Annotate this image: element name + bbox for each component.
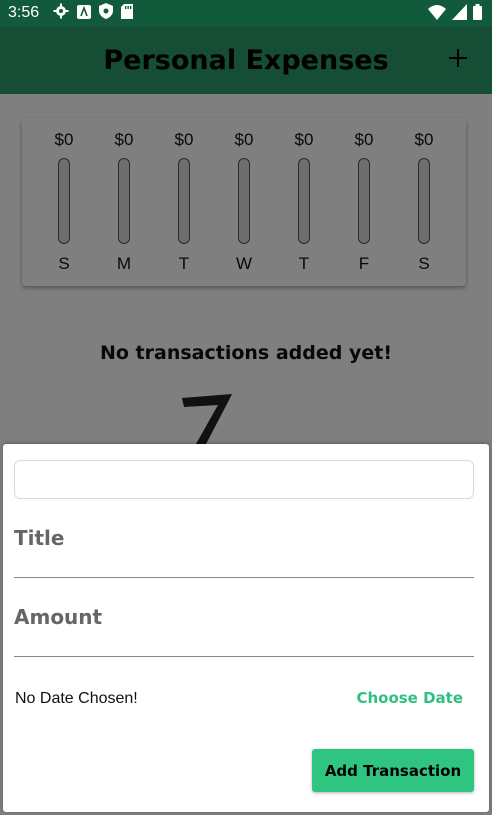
amount-field-underline: [14, 656, 474, 657]
signal-icon: [452, 4, 467, 24]
add-transaction-button-label: Add Transaction: [324, 761, 462, 780]
shield-icon: [99, 3, 114, 23]
add-transaction-button[interactable]: Add Transaction: [312, 749, 474, 792]
battery-icon: [473, 4, 482, 24]
amount-field[interactable]: Amount: [14, 595, 474, 657]
status-bar: 3:56: [0, 0, 492, 26]
amount-field-label: Amount: [14, 605, 103, 629]
status-icons-right: [428, 4, 482, 24]
choose-date-button[interactable]: Choose Date: [356, 689, 463, 707]
a-box-icon: [77, 4, 92, 23]
title-field-label: Title: [14, 526, 65, 550]
title-field[interactable]: Title: [14, 516, 474, 578]
gear-icon: [53, 3, 69, 23]
top-input-field[interactable]: [14, 460, 474, 499]
status-icons-left: [53, 3, 134, 23]
wifi-icon: [428, 4, 446, 24]
title-field-underline: [14, 577, 474, 578]
status-time: 3:56: [8, 4, 40, 21]
date-status-text: No Date Chosen!: [15, 690, 138, 707]
new-transaction-sheet: Title Amount No Date Chosen! Choose Date…: [3, 444, 489, 812]
sdcard-icon: [121, 3, 134, 23]
